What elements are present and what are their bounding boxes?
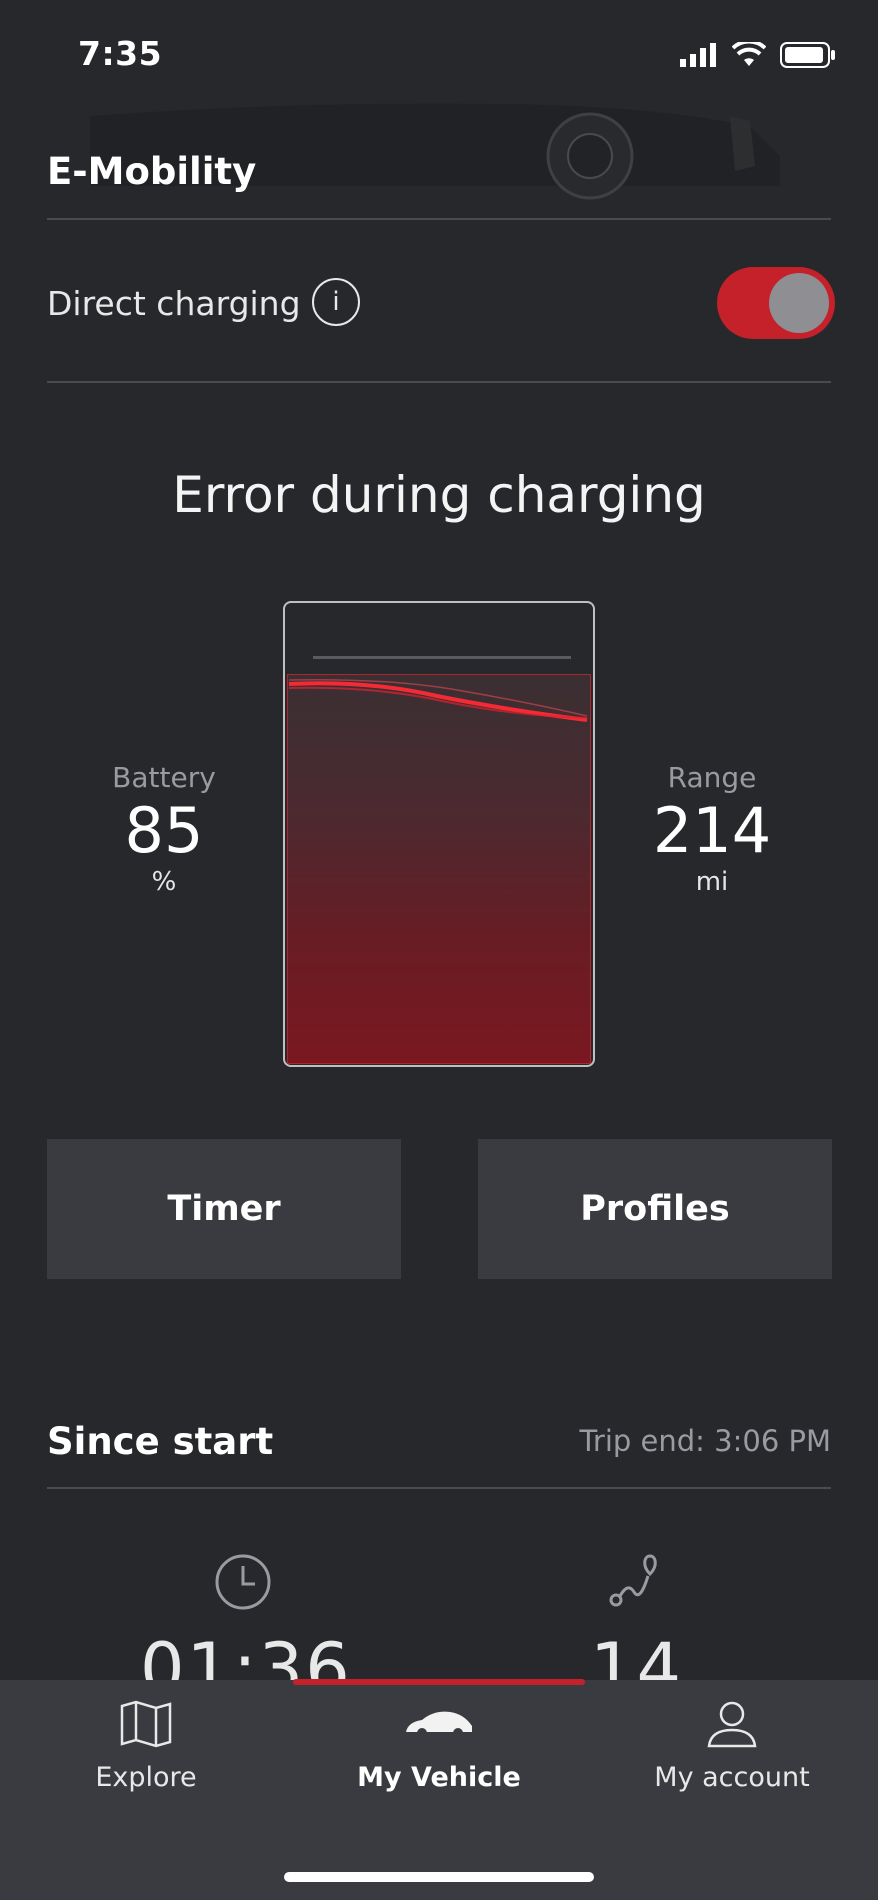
range-value: 214 bbox=[652, 794, 772, 867]
nav-my-account-label: My account bbox=[654, 1762, 810, 1793]
battery-status-icon bbox=[780, 42, 835, 68]
direct-charging-toggle[interactable] bbox=[717, 267, 835, 339]
toggle-knob bbox=[769, 273, 829, 333]
nav-my-vehicle[interactable]: My Vehicle bbox=[293, 1700, 585, 1820]
nav-explore-label: Explore bbox=[95, 1762, 197, 1793]
battery-stat: Battery 85 % bbox=[64, 761, 264, 897]
battery-gauge-fill bbox=[287, 674, 591, 1064]
range-label: Range bbox=[667, 761, 757, 794]
info-icon: i bbox=[332, 287, 340, 317]
timer-button[interactable]: Timer bbox=[47, 1139, 401, 1279]
status-icons bbox=[680, 40, 836, 70]
map-icon bbox=[120, 1700, 172, 1748]
battery-gauge-cap bbox=[313, 656, 571, 659]
nav-my-account[interactable]: My account bbox=[586, 1700, 878, 1820]
nav-my-vehicle-label: My Vehicle bbox=[357, 1762, 521, 1793]
charging-status-message: Error during charging bbox=[172, 466, 706, 524]
profiles-button[interactable]: Profiles bbox=[478, 1139, 832, 1279]
divider bbox=[47, 218, 831, 220]
divider bbox=[47, 1487, 831, 1489]
wifi-icon bbox=[732, 42, 766, 66]
divider bbox=[47, 381, 831, 383]
signal-icon bbox=[680, 43, 716, 67]
info-button[interactable]: i bbox=[312, 278, 360, 326]
battery-unit: % bbox=[151, 867, 177, 897]
battery-value: 85 bbox=[124, 794, 204, 867]
page-title: E-Mobility bbox=[47, 150, 257, 193]
since-start-title: Since start bbox=[47, 1420, 274, 1463]
car-icon bbox=[406, 1711, 472, 1738]
range-unit: mi bbox=[695, 867, 729, 897]
user-icon bbox=[707, 1701, 757, 1748]
trip-end-label: Trip end: 3:06 PM bbox=[579, 1424, 831, 1458]
home-indicator[interactable] bbox=[284, 1872, 594, 1882]
nav-explore[interactable]: Explore bbox=[0, 1700, 292, 1820]
active-tab-indicator bbox=[293, 1679, 585, 1685]
route-icon bbox=[609, 1554, 657, 1607]
battery-wave-graphic bbox=[288, 678, 588, 722]
direct-charging-label: Direct charging bbox=[47, 284, 301, 323]
clock-icon bbox=[215, 1554, 271, 1610]
range-stat: Range 214 mi bbox=[612, 761, 812, 897]
battery-label: Battery bbox=[112, 761, 216, 794]
status-time: 7:35 bbox=[78, 34, 163, 73]
